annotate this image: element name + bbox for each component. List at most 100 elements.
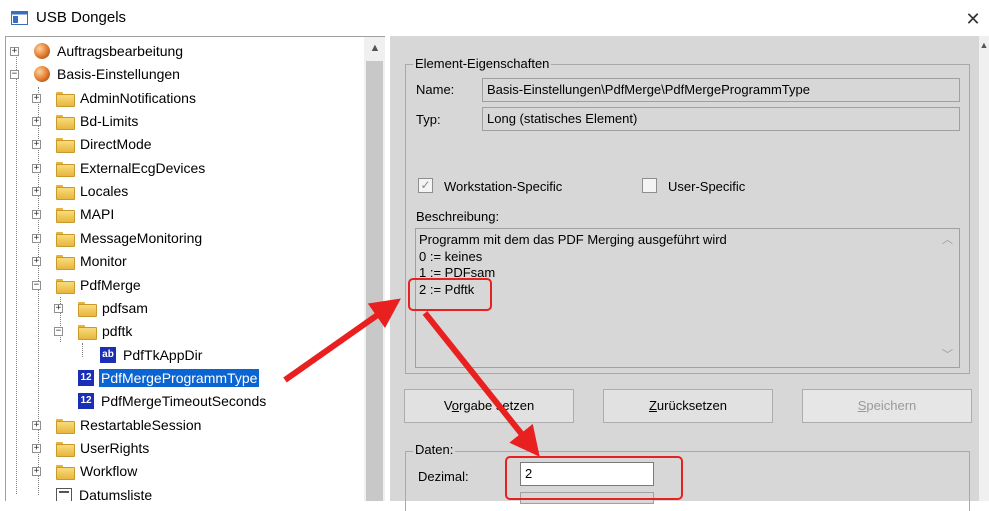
tree-node-label: Basis-Einstellungen	[57, 66, 180, 83]
reset-label-c: urücksetzen	[656, 398, 728, 413]
tree-node[interactable]: AdminNotifications	[56, 87, 198, 109]
tree-node[interactable]: ExternalEcgDevices	[56, 157, 207, 179]
data-group	[405, 451, 970, 511]
tree-node[interactable]: ab PdfTkAppDir	[100, 344, 204, 366]
tree-expander-icon[interactable]: −	[32, 280, 41, 290]
tree-node-label: DirectMode	[80, 136, 152, 153]
data-legend: Daten:	[413, 442, 456, 457]
desc-scroll-down-icon[interactable]: ﹀	[942, 347, 953, 364]
details-scrollbar[interactable]: ▲	[979, 36, 989, 501]
tree-node-label: pdfsam	[102, 299, 148, 316]
tree-node[interactable]: PdfMerge	[56, 274, 143, 296]
globe-icon	[34, 43, 50, 59]
folder-icon	[78, 301, 97, 317]
tree-expander-icon[interactable]: +	[32, 233, 41, 243]
scroll-up-icon[interactable]: ▲	[364, 37, 385, 59]
folder-icon	[56, 465, 75, 481]
description-line: 1 := PDFsam	[419, 265, 496, 280]
workstation-specific-label: Workstation-Specific	[444, 179, 563, 194]
close-button[interactable]: ✕	[960, 6, 986, 32]
title-bar: USB Dongels ✕	[0, 0, 989, 36]
tree-node-label: PdfMergeTimeoutSeconds	[101, 393, 267, 410]
tree-expander-icon[interactable]: +	[54, 303, 63, 313]
tree-node[interactable]: Datumsliste	[56, 484, 154, 501]
name-field: Basis-Einstellungen\PdfMerge\PdfMergePro…	[482, 78, 960, 102]
tree-expander-icon[interactable]: +	[32, 93, 41, 103]
tree-node[interactable]: Auftragsbearbeitung	[34, 40, 185, 62]
list-icon	[56, 487, 72, 501]
tree-node[interactable]: Bd-Limits	[56, 110, 140, 132]
description-line: Programm mit dem das PDF Merging ausgefü…	[419, 232, 727, 247]
tree-node-label: RestartableSession	[80, 416, 202, 433]
folder-icon	[56, 255, 75, 271]
details-scroll-up-icon[interactable]: ▲	[979, 40, 989, 50]
tree-expander-icon[interactable]: +	[32, 257, 41, 267]
tree-node[interactable]: pdfsam	[78, 297, 150, 319]
description-line: 0 := keines	[419, 248, 483, 264]
folder-icon	[56, 138, 75, 154]
tree-node-label: MessageMonitoring	[80, 229, 203, 246]
tree-node[interactable]: Locales	[56, 180, 130, 202]
tree-expander-icon[interactable]: +	[32, 443, 41, 453]
reset-button[interactable]: Zurücksetzen	[603, 389, 773, 423]
description-textarea[interactable]: Programm mit dem das PDF Merging ausgefü…	[415, 228, 960, 368]
element-properties-legend: Element-Eigenschaften	[413, 56, 552, 71]
tree-expander-icon[interactable]: +	[32, 420, 41, 430]
tree-scroll-thumb[interactable]	[366, 61, 383, 501]
tree-node[interactable]: MessageMonitoring	[56, 227, 204, 249]
tree-node[interactable]: pdftk	[78, 320, 134, 342]
tree-node-label: UserRights	[80, 439, 150, 456]
string-value-icon: ab	[100, 346, 116, 363]
globe-icon	[34, 66, 50, 83]
folder-icon	[56, 115, 75, 131]
tree-expander-icon[interactable]: −	[54, 327, 63, 337]
folder-icon	[56, 418, 75, 434]
app-window-icon	[11, 11, 28, 25]
folder-icon	[56, 208, 75, 224]
set-default-label-b: o	[451, 398, 460, 413]
tree-node[interactable]: MAPI	[56, 203, 116, 225]
folder-icon	[56, 185, 75, 201]
number-value-icon: 12	[78, 393, 94, 410]
tree-node-label: Workflow	[80, 463, 138, 480]
description-label: Beschreibung:	[416, 209, 500, 224]
tree-node-label: PdfMerge	[80, 276, 141, 293]
tree-expander-icon[interactable]: +	[32, 210, 41, 220]
settings-tree[interactable]: ▲ + Auftragsbearbeitung − Basis-Einstellung…	[5, 36, 385, 501]
tree-expander-icon[interactable]: +	[32, 163, 41, 173]
tree-expander-icon[interactable]: +	[32, 467, 41, 477]
tree-expander-icon[interactable]: +	[32, 140, 41, 150]
user-specific-label: User-Specific	[668, 179, 746, 194]
save-button[interactable]: Speichern	[802, 389, 972, 423]
tree-node-label: PdfMergeProgrammType	[99, 368, 260, 387]
tree-node[interactable]: 12 PdfMergeTimeoutSeconds	[78, 390, 268, 412]
description-line: 2 := Pdftk	[419, 281, 475, 297]
tree-node-label: MAPI	[80, 206, 115, 223]
tree-node[interactable]: Workflow	[56, 460, 139, 482]
tree-expander-icon[interactable]: +	[32, 187, 41, 197]
folder-icon	[56, 231, 75, 247]
description-scrollbar[interactable]: ︿ ﹀	[937, 229, 959, 367]
set-default-button[interactable]: Vorgabe setzen	[404, 389, 574, 423]
desc-scroll-up-icon[interactable]: ︿	[942, 232, 953, 249]
save-label-c: peichern	[866, 398, 917, 413]
workstation-specific-checkbox[interactable]: ✓	[418, 178, 433, 193]
set-default-label-a: V	[443, 398, 452, 413]
tree-node[interactable]: RestartableSession	[56, 414, 203, 436]
tree-node-label: Locales	[80, 183, 129, 200]
tree-scrollbar[interactable]: ▲	[364, 37, 385, 501]
tree-expander-icon[interactable]: +	[32, 117, 41, 127]
tree-node[interactable]: Basis-Einstellungen	[34, 63, 182, 85]
tree-expander-icon[interactable]: −	[10, 70, 19, 80]
tree-expander-icon[interactable]: +	[10, 47, 19, 56]
tree-node-label: Bd-Limits	[80, 113, 139, 130]
tree-node[interactable]: DirectMode	[56, 133, 154, 155]
tree-node[interactable]: 12 PdfMergeProgrammType	[78, 367, 260, 389]
tree-node-label: AdminNotifications	[80, 89, 196, 106]
tree-node-label: Auftragsbearbeitung	[57, 43, 184, 59]
folder-icon	[56, 91, 75, 107]
tree-node[interactable]: Monitor	[56, 250, 129, 272]
user-specific-checkbox[interactable]	[642, 178, 657, 193]
tree-node[interactable]: UserRights	[56, 437, 151, 459]
tree-node-label: pdftk	[102, 323, 133, 340]
